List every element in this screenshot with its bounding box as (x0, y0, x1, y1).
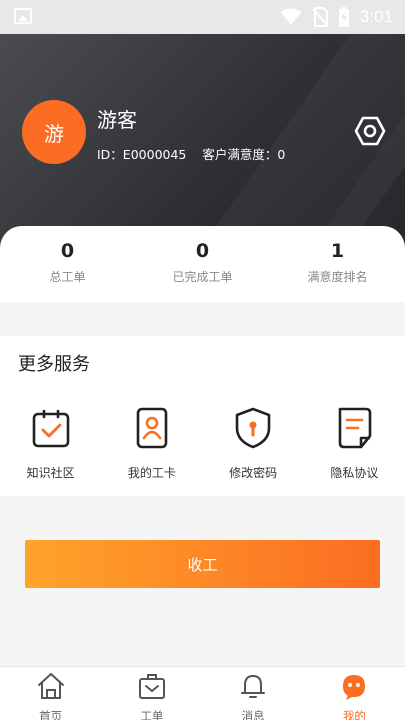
customer-satisfaction: 客户满意度：0 (202, 147, 286, 162)
stat-completed-orders[interactable]: 0 已完成工单 (135, 226, 270, 302)
stat-satisfaction-rank[interactable]: 1 满意度排名 (270, 226, 405, 302)
tab-mine[interactable]: 我的 (304, 667, 405, 720)
tab-work-orders[interactable]: 工单 (101, 667, 202, 720)
user-id: ID：E0000045 (97, 147, 187, 162)
stat-value: 0 (195, 240, 210, 262)
stat-label: 总工单 (49, 270, 86, 284)
more-services-section: 更多服务 知识社区 我的工卡 修改密码 隐私协议 (0, 336, 405, 496)
tab-label: 首页 (39, 709, 63, 720)
badge-person-icon (136, 407, 168, 449)
settings-icon[interactable] (353, 114, 387, 148)
tab-label: 我的 (342, 709, 366, 720)
service-label: 修改密码 (229, 466, 278, 480)
service-label: 知识社区 (26, 466, 75, 480)
wifi-icon (280, 8, 302, 25)
tab-messages[interactable]: 消息 (203, 667, 304, 720)
battery-charging-icon (338, 7, 349, 27)
document-icon (339, 407, 372, 449)
stats-card: 0 总工单 0 已完成工单 1 满意度排名 (0, 226, 405, 302)
user-info: ID：E0000045 客户满意度：0 (97, 144, 297, 163)
tab-label: 消息 (241, 709, 265, 720)
service-change-password[interactable]: 修改密码 (203, 406, 304, 481)
service-label: 隐私协议 (330, 466, 379, 480)
no-sim-icon (312, 7, 328, 27)
tab-home[interactable]: 首页 (0, 667, 101, 720)
avatar[interactable]: 游 (22, 100, 86, 164)
status-time: 3:01 (359, 7, 393, 26)
stat-value: 1 (330, 240, 345, 262)
service-label: 我的工卡 (127, 466, 176, 480)
stat-value: 0 (60, 240, 75, 262)
bottom-tab-bar: 首页 工单 消息 我的 (0, 666, 405, 720)
stat-total-orders[interactable]: 0 总工单 (0, 226, 135, 302)
status-bar: 3:01 (0, 0, 405, 34)
shield-keyhole-icon (235, 407, 271, 449)
profile-face-icon (343, 675, 366, 700)
home-icon (37, 673, 64, 699)
stat-label: 已完成工单 (172, 270, 233, 284)
tab-label: 工单 (140, 709, 164, 720)
gallery-notification-icon (14, 8, 32, 24)
bell-icon (241, 675, 266, 698)
clipboard-check-icon (32, 409, 69, 448)
service-privacy-policy[interactable]: 隐私协议 (304, 406, 405, 481)
clock-out-button[interactable]: 收工 (25, 540, 380, 588)
user-name: 游客 (97, 108, 137, 132)
stat-label: 满意度排名 (307, 270, 368, 284)
section-title: 更多服务 (18, 354, 90, 375)
service-my-work-card[interactable]: 我的工卡 (101, 406, 202, 481)
briefcase-icon (138, 674, 165, 699)
service-knowledge-community[interactable]: 知识社区 (0, 406, 101, 481)
